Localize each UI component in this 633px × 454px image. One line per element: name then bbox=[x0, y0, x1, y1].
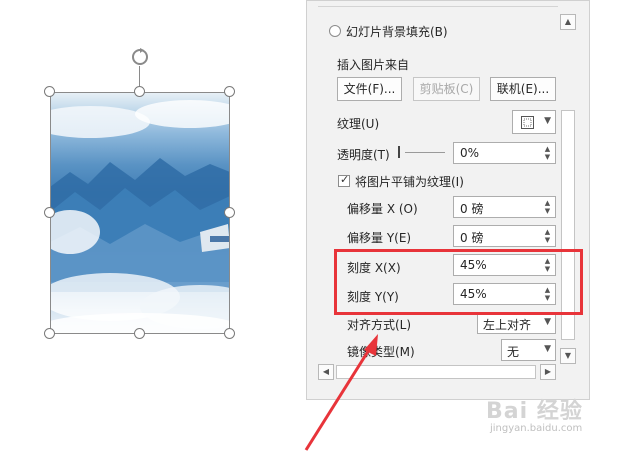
watermark-sub: jingyan.baidu.com bbox=[490, 423, 583, 434]
watermark-main: Bai 经验 bbox=[486, 399, 583, 424]
baidu-watermark: Bai 经验 jingyan.baidu.com bbox=[486, 393, 583, 434]
annotation-arrow-icon bbox=[304, 334, 378, 451]
